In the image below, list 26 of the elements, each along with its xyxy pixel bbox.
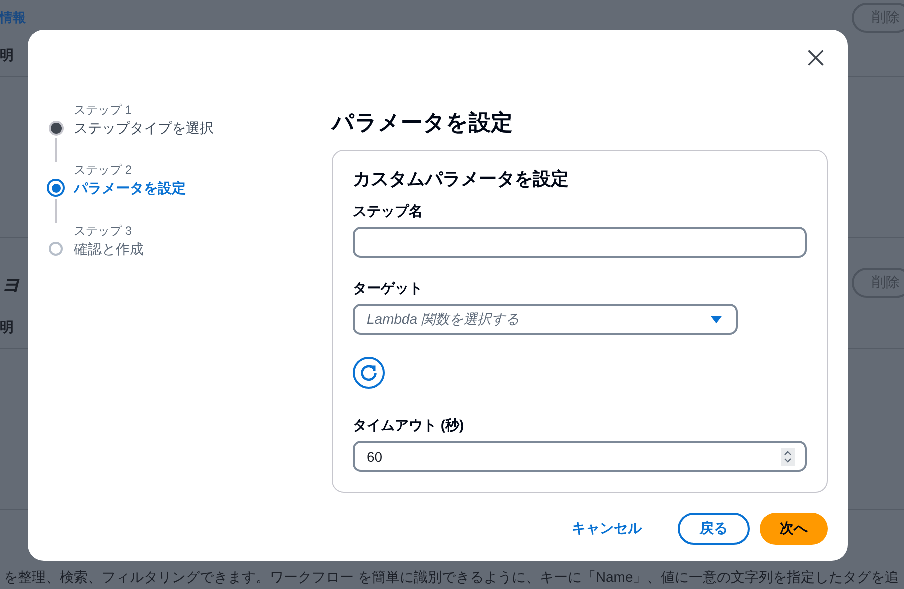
step-caption: ステップ 2	[74, 162, 134, 178]
page-title: パラメータを設定	[332, 109, 514, 137]
cancel-button[interactable]: キャンセル	[552, 513, 662, 545]
step-caption: ステップ 1	[74, 102, 134, 118]
step-label[interactable]: パラメータを設定	[74, 178, 186, 198]
target-select[interactable]: Lambda 関数を選択する	[353, 304, 738, 335]
field-label: 明	[0, 319, 14, 337]
caret-icon	[711, 316, 722, 324]
timeout-input[interactable]: 60	[353, 441, 807, 472]
field-label: ステップ名	[353, 203, 424, 221]
refresh-icon	[360, 364, 378, 382]
step-name-input[interactable]	[353, 227, 807, 258]
next-button[interactable]: 次へ	[760, 513, 828, 545]
section-heading: ョ	[0, 269, 23, 297]
step-label[interactable]: ステップタイプを選択	[74, 118, 214, 138]
spinner-icon[interactable]	[781, 448, 795, 466]
step-caption: ステップ 3	[74, 223, 134, 239]
field-label: 明	[0, 47, 14, 65]
refresh-button[interactable]	[353, 357, 385, 389]
panel-heading: カスタムパラメータを設定	[353, 168, 570, 191]
field-label: タイムアウト (秒)	[353, 417, 466, 435]
back-button[interactable]: 戻る	[678, 513, 750, 545]
close-icon[interactable]	[807, 49, 825, 67]
description-text: を整理、検索、フィルタリングできます。ワークフロー を簡単に識別できるように、キーに「Name」、値に一意の文字列を指定したタグを追	[4, 569, 900, 585]
step-label: 確認と作成	[74, 240, 144, 259]
field-label: ターゲット	[353, 280, 424, 298]
